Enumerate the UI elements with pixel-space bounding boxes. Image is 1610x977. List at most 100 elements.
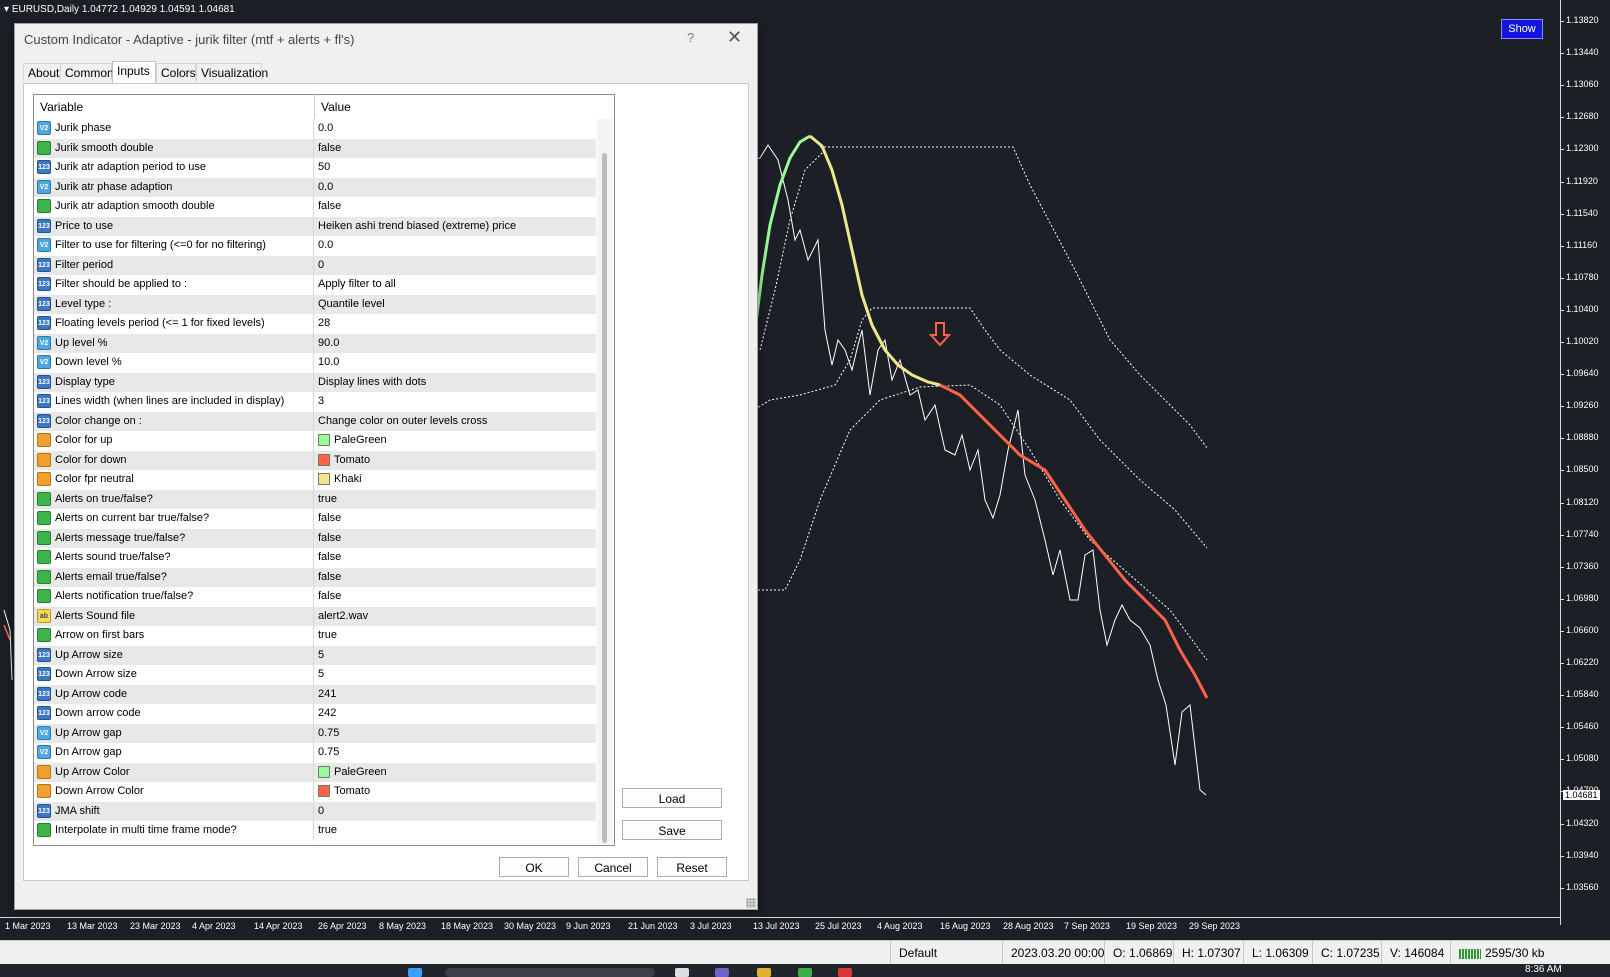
value-cell[interactable]: false [315, 509, 596, 529]
tab-visualization[interactable]: Visualization [196, 63, 268, 81]
tab-inputs[interactable]: Inputs [112, 61, 156, 83]
value-cell[interactable]: 10.0 [315, 353, 596, 373]
value-cell[interactable]: true [315, 821, 596, 841]
table-row[interactable]: V2 Down level % 10.0 [34, 353, 596, 373]
value-cell[interactable]: 0.0 [315, 236, 596, 256]
value-cell[interactable]: 90.0 [315, 334, 596, 354]
value-cell[interactable]: false [315, 529, 596, 549]
value-cell[interactable]: 5 [315, 665, 596, 685]
value-cell[interactable]: 0 [315, 256, 596, 276]
taskbar-app-icon[interactable] [715, 968, 729, 977]
show-button[interactable]: Show [1501, 19, 1543, 39]
table-row[interactable]: 123 Floating levels period (<= 1 for fixe… [34, 314, 596, 334]
table-row[interactable]: Color for up PaleGreen [34, 431, 596, 451]
value-cell[interactable]: false [315, 548, 596, 568]
value-cell[interactable]: 0.0 [315, 178, 596, 198]
table-row[interactable]: Down Arrow Color Tomato [34, 782, 596, 802]
table-row[interactable]: Alerts sound true/false? false [34, 548, 596, 568]
close-icon[interactable]: ✕ [727, 27, 742, 48]
value-cell[interactable]: 0 [315, 802, 596, 822]
value-cell[interactable]: 0.75 [315, 743, 596, 763]
table-row[interactable]: 123 JMA shift 0 [34, 801, 596, 822]
table-row[interactable]: Color fpr neutral Khaki [34, 470, 596, 490]
value-cell[interactable]: Heiken ashi trend biased (extreme) price [315, 217, 596, 237]
table-row[interactable]: Alerts on true/false? true [34, 489, 596, 509]
ok-button[interactable]: OK [499, 857, 569, 877]
column-header-variable[interactable]: Variable [34, 95, 314, 119]
clock[interactable]: 8:36 AM [1525, 964, 1562, 975]
scrollbar-thumb[interactable] [602, 153, 607, 843]
taskbar-app-icon[interactable] [838, 968, 852, 977]
load-button[interactable]: Load [622, 788, 722, 808]
status-profile[interactable]: Default [890, 941, 1007, 965]
table-row[interactable]: Jurik smooth double false [34, 138, 596, 159]
table-row[interactable]: Alerts email true/false? false [34, 567, 596, 588]
taskbar-app-icon[interactable] [798, 968, 812, 977]
windows-start-icon[interactable] [408, 968, 422, 977]
cancel-button[interactable]: Cancel [578, 857, 648, 877]
value-cell[interactable]: 3 [315, 392, 596, 412]
resize-grip[interactable] [746, 898, 756, 908]
table-row[interactable]: Interpolate in multi time frame mode? tru… [34, 821, 596, 841]
table-row[interactable]: V2 Dn Arrow gap 0.75 [34, 743, 596, 763]
folder-icon[interactable] [757, 968, 771, 977]
table-row[interactable]: Alerts on current bar true/false? false [34, 509, 596, 529]
table-row[interactable]: V2 Up level % 90.0 [34, 333, 596, 354]
table-row[interactable]: 123 Filter period 0 [34, 255, 596, 276]
value-cell[interactable]: 28 [315, 314, 596, 334]
value-cell[interactable]: Khaki [315, 470, 596, 490]
value-cell[interactable]: false [315, 139, 596, 159]
column-header-value[interactable]: Value [315, 95, 596, 119]
value-cell[interactable]: false [315, 568, 596, 588]
status-traffic[interactable]: 2595/30 kb [1450, 941, 1552, 965]
value-cell[interactable]: Tomato [315, 782, 596, 802]
value-cell[interactable]: PaleGreen [315, 763, 596, 783]
table-row[interactable]: 123 Filter should be applied to : Apply fi… [34, 275, 596, 295]
table-row[interactable]: 123 Jurik atr adaption period to use 50 [34, 158, 596, 178]
tab-common[interactable]: Common [60, 63, 114, 81]
table-row[interactable]: 123 Level type : Quantile level [34, 294, 596, 315]
help-icon[interactable]: ? [687, 30, 694, 45]
table-row[interactable]: 123 Price to use Heiken ashi trend biased … [34, 216, 596, 237]
value-cell[interactable]: 5 [315, 646, 596, 666]
table-row[interactable]: 123 Down Arrow size 5 [34, 665, 596, 685]
value-cell[interactable]: PaleGreen [315, 431, 596, 451]
value-cell[interactable]: Apply filter to all [315, 275, 596, 295]
value-cell[interactable]: Tomato [315, 451, 596, 471]
table-row[interactable]: 123 Display type Display lines with dots [34, 372, 596, 393]
taskbar-app-icon[interactable] [675, 968, 689, 977]
value-cell[interactable]: 50 [315, 158, 596, 178]
value-cell[interactable]: 0.75 [315, 724, 596, 744]
table-row[interactable]: V2 Jurik phase 0.0 [34, 119, 596, 139]
table-row[interactable]: Up Arrow Color PaleGreen [34, 762, 596, 783]
reset-button[interactable]: Reset [657, 857, 727, 877]
value-cell[interactable]: true [315, 626, 596, 646]
table-row[interactable]: Alerts notification true/false? false [34, 587, 596, 607]
table-row[interactable]: 123 Lines width (when lines are included … [34, 392, 596, 412]
table-row[interactable]: V2 Jurik atr phase adaption 0.0 [34, 177, 596, 198]
table-row[interactable]: V2 Up Arrow gap 0.75 [34, 723, 596, 744]
value-cell[interactable]: false [315, 197, 596, 217]
save-button[interactable]: Save [622, 820, 722, 840]
table-row[interactable]: 123 Down arrow code 242 [34, 704, 596, 724]
taskbar-search-icon[interactable] [445, 968, 655, 977]
table-row[interactable]: Color for down Tomato [34, 450, 596, 471]
value-cell[interactable]: Change color on outer levels cross [315, 412, 596, 432]
table-row[interactable]: V2 Filter to use for filtering (<=0 for n… [34, 236, 596, 256]
table-row[interactable]: 123 Up Arrow size 5 [34, 645, 596, 666]
value-cell[interactable]: alert2.wav [315, 607, 596, 627]
value-cell[interactable]: 242 [315, 704, 596, 724]
table-row[interactable]: 123 Color change on : Change color on oute… [34, 411, 596, 432]
value-cell[interactable]: Quantile level [315, 295, 596, 315]
table-row[interactable]: Arrow on first bars true [34, 626, 596, 646]
value-cell[interactable]: 0.0 [315, 119, 596, 139]
table-row[interactable]: ab Alerts Sound file alert2.wav [34, 606, 596, 627]
value-cell[interactable]: 241 [315, 685, 596, 705]
table-row[interactable]: Alerts message true/false? false [34, 528, 596, 549]
time-axis[interactable]: 1 Mar 2023 13 Mar 2023 23 Mar 2023 4 Apr 20… [0, 917, 1560, 936]
table-row[interactable]: Jurik atr adaption smooth double false [34, 197, 596, 217]
tab-colors[interactable]: Colors [156, 63, 196, 81]
value-cell[interactable]: Display lines with dots [315, 373, 596, 393]
tab-about[interactable]: About [23, 63, 61, 81]
table-scrollbar[interactable] [597, 119, 613, 844]
